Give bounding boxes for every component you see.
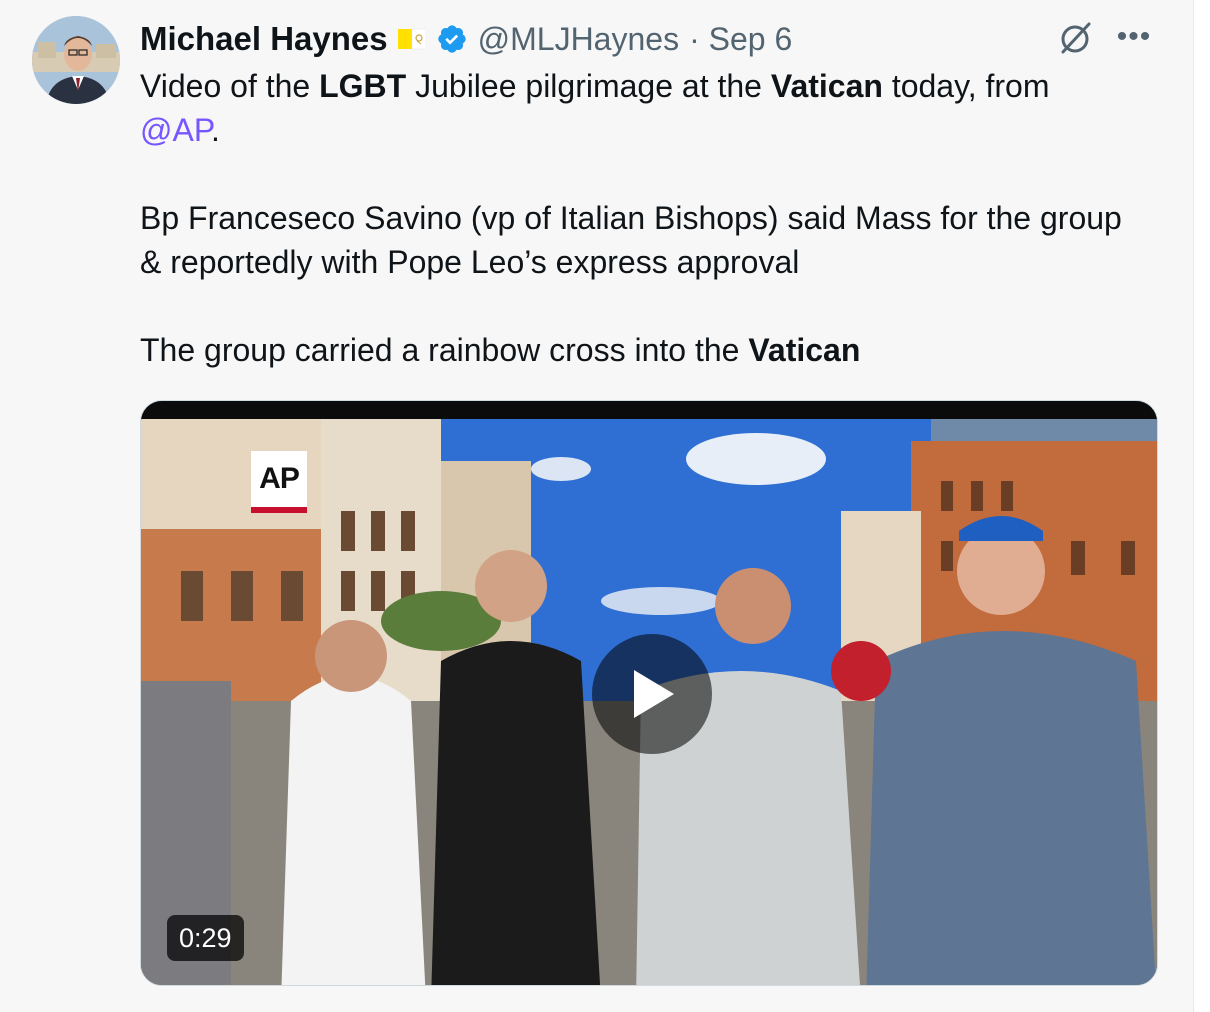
verified-badge-icon[interactable] — [436, 23, 468, 55]
mention-link[interactable]: @AP — [140, 112, 211, 148]
page-right-edge — [1193, 0, 1210, 1012]
text-bold-vatican: Vatican — [748, 332, 861, 368]
more-options-icon[interactable]: ••• — [1112, 22, 1156, 56]
grok-icon[interactable] — [1055, 18, 1095, 58]
vatican-flag-icon — [397, 26, 426, 52]
tweet-header: Michael Haynes @MLJHaynes · Sep 6 — [140, 18, 792, 60]
tweet-paragraph-2: Bp Franceseco Savino (vp of Italian Bish… — [140, 200, 1122, 280]
play-icon — [634, 670, 674, 718]
video-duration: 0:29 — [167, 915, 244, 961]
text-segment: The group carried a rainbow cross into t… — [140, 332, 749, 368]
text-segment: today, from — [882, 68, 1050, 104]
ap-logo: AP — [251, 451, 307, 513]
play-button[interactable] — [592, 634, 712, 754]
author-avatar[interactable] — [32, 16, 120, 104]
text-bold-lgbt: LGBT — [319, 68, 407, 104]
author-name[interactable]: Michael Haynes — [140, 20, 388, 58]
tweet-date[interactable]: · Sep 6 — [689, 21, 792, 58]
video-player[interactable]: AP 0:29 — [140, 400, 1158, 986]
text-segment: Jubilee pilgrimage at the — [406, 68, 771, 104]
tweet-text: Video of the LGBT Jubilee pilgrimage at … — [140, 64, 1180, 372]
text-segment: . — [211, 112, 220, 148]
author-handle[interactable]: @MLJHaynes — [478, 21, 679, 58]
tweet-paragraph-3: The group carried a rainbow cross into t… — [140, 328, 1180, 372]
text-bold-vatican: Vatican — [770, 68, 883, 104]
tweet-paragraph-1: Video of the LGBT Jubilee pilgrimage at … — [140, 64, 1180, 152]
text-segment: Video of the — [140, 68, 320, 104]
